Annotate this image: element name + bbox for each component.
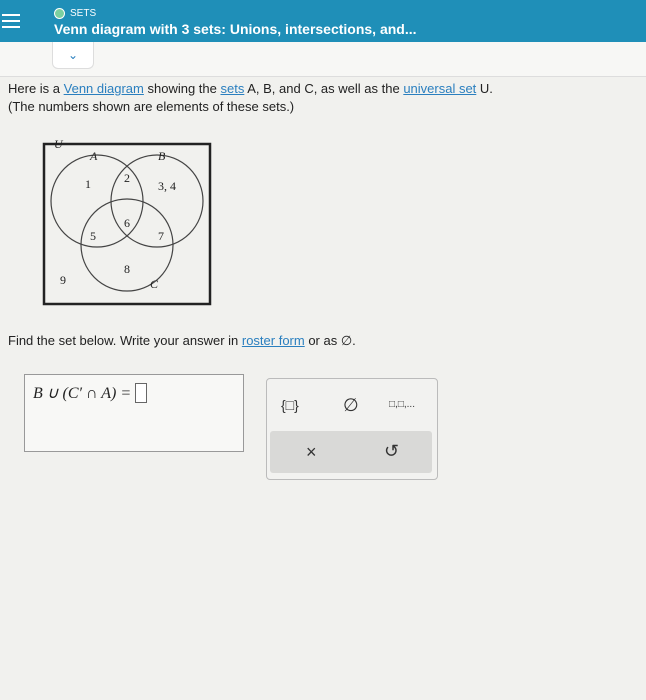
- element-a-b: 2: [124, 171, 130, 185]
- math-toolbox: {□} ∅ □,□,... × ↺: [266, 378, 438, 480]
- collapse-bar: ⌄: [0, 42, 646, 77]
- intro-line-2: (The numbers shown are elements of these…: [8, 99, 295, 114]
- menu-icon[interactable]: [2, 14, 20, 28]
- braces-button[interactable]: {□}: [281, 397, 299, 413]
- list-button[interactable]: □,□,...: [389, 399, 415, 410]
- question-text: Find the set below. Write your answer in…: [8, 333, 356, 349]
- label-u: U: [54, 140, 64, 151]
- status-dot-icon: [54, 8, 65, 19]
- label-b: B: [158, 149, 166, 163]
- circle-c: [80, 198, 174, 292]
- venn-diagram: U A B C 1 2 3, 4 5 6 7 8 9: [42, 140, 212, 306]
- header-bar: SETS Venn diagram with 3 sets: Unions, i…: [0, 0, 646, 42]
- answer-input[interactable]: [135, 383, 148, 403]
- venn-diagram-link[interactable]: Venn diagram: [64, 81, 144, 96]
- element-b-c: 7: [158, 229, 164, 243]
- question-text-1: Find the set below. Write your answer in: [8, 333, 242, 348]
- toolbox-action-row: × ↺: [270, 431, 432, 473]
- undo-button[interactable]: ↺: [384, 441, 399, 462]
- intro-text-4: U.: [476, 81, 493, 96]
- expression-text: B ∪ (C′ ∩ A) =: [33, 385, 132, 402]
- empty-set-button[interactable]: ∅: [343, 395, 359, 416]
- topic-label: SETS: [54, 8, 96, 19]
- chevron-down-icon[interactable]: ⌄: [52, 42, 94, 69]
- universal-set-link[interactable]: universal set: [403, 81, 476, 96]
- circle-a: [50, 154, 144, 248]
- circle-b: [110, 154, 204, 248]
- intro-text-1: Here is a: [8, 81, 64, 96]
- intro-text: Here is a Venn diagram showing the sets …: [8, 80, 493, 116]
- topic-text: SETS: [70, 8, 97, 19]
- answer-box[interactable]: B ∪ (C′ ∩ A) =: [24, 374, 244, 452]
- element-c-only: 8: [124, 262, 130, 276]
- element-a-c: 5: [90, 229, 96, 243]
- intro-text-2: showing the: [143, 81, 221, 96]
- roster-form-link[interactable]: roster form: [242, 333, 305, 348]
- label-c: C: [150, 277, 159, 291]
- element-outside: 9: [60, 273, 66, 287]
- sets-link[interactable]: sets: [220, 81, 244, 96]
- expression: B ∪ (C′ ∩ A) =: [33, 383, 148, 403]
- label-a: A: [89, 149, 98, 163]
- element-b-only: 3, 4: [158, 179, 176, 193]
- page-title: Venn diagram with 3 sets: Unions, inters…: [54, 21, 417, 37]
- intro-text-3: A, B, and C, as well as the: [244, 81, 404, 96]
- element-a-only: 1: [85, 177, 91, 191]
- question-text-2: or as ∅.: [304, 333, 356, 348]
- element-abc: 6: [124, 216, 130, 230]
- clear-button[interactable]: ×: [306, 442, 317, 463]
